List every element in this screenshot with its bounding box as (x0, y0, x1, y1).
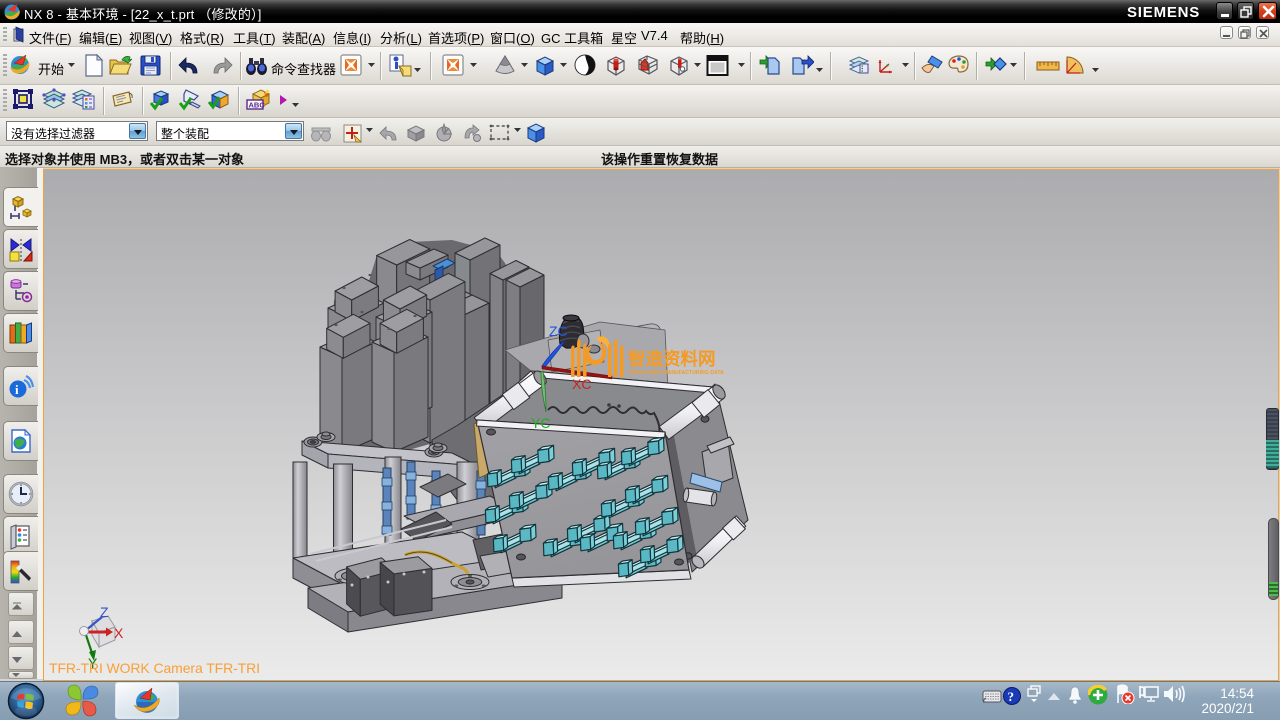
svg-text:TFR-TRI WORK Camera TFR-TRI: TFR-TRI WORK Camera TFR-TRI (49, 660, 260, 676)
svg-text:?: ? (1008, 689, 1015, 704)
svg-text:ZC: ZC (549, 323, 568, 339)
svg-text:INTELLIGENT MANUFACTURING DATA: INTELLIGENT MANUFACTURING DATA (628, 370, 724, 376)
svg-text:YC: YC (531, 415, 550, 431)
svg-text:i: i (15, 382, 19, 397)
svg-text:Z: Z (100, 604, 109, 620)
svg-text:智造资料网: 智造资料网 (628, 349, 716, 369)
svg-text:ABC: ABC (249, 101, 266, 110)
svg-text:X: X (114, 625, 124, 641)
svg-text:XC: XC (572, 376, 591, 392)
